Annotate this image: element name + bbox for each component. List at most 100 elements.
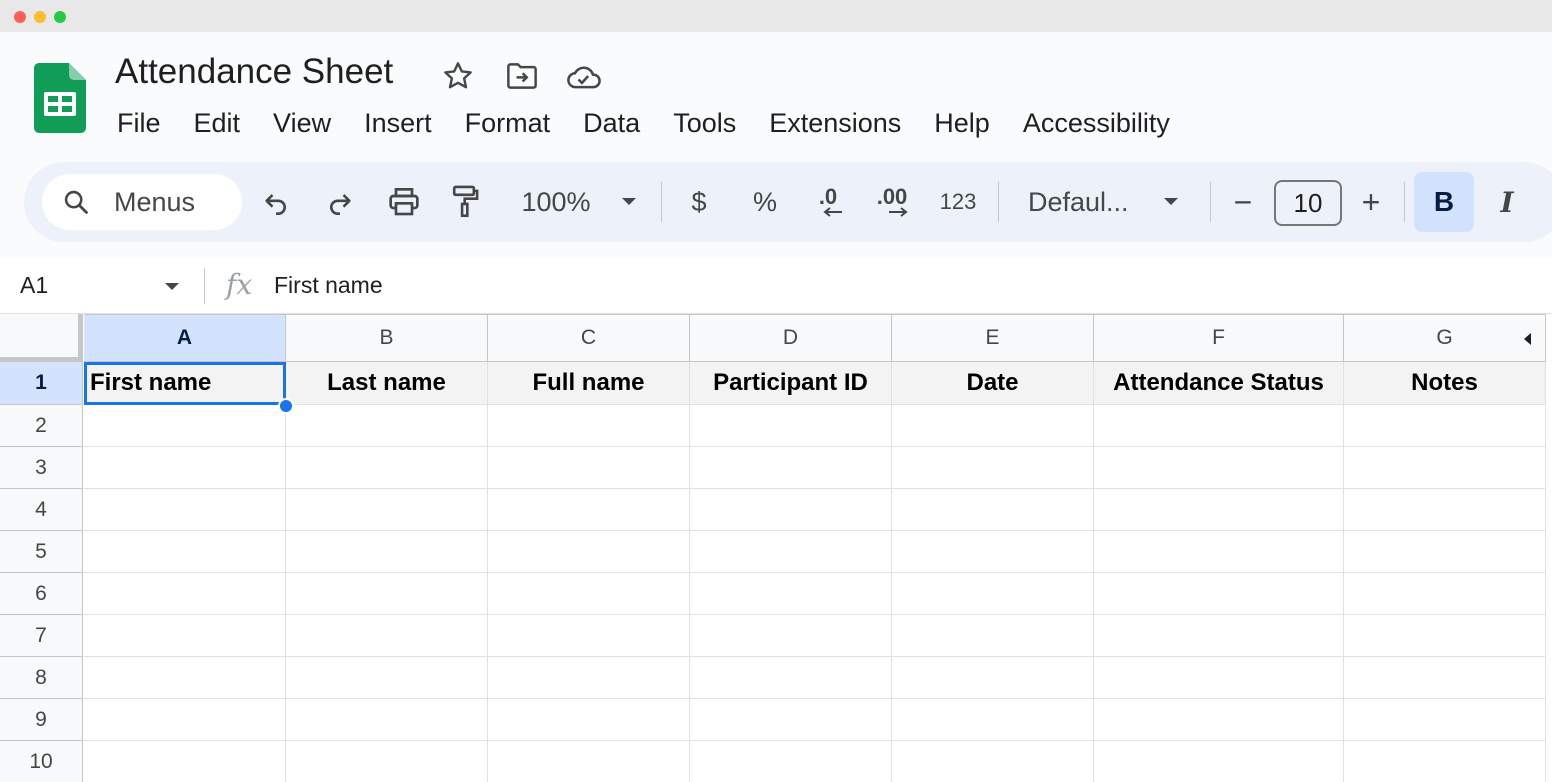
cell-b8[interactable] xyxy=(286,657,488,699)
cell-f10[interactable] xyxy=(1094,741,1344,782)
cell-c2[interactable] xyxy=(488,405,690,447)
cell-d3[interactable] xyxy=(690,447,892,489)
cell-g3[interactable] xyxy=(1344,447,1546,489)
column-header-d[interactable]: D xyxy=(690,314,892,362)
menu-help[interactable]: Help xyxy=(917,104,1006,144)
italic-button[interactable]: I xyxy=(1492,174,1522,230)
increase-decimal-button[interactable]: .00 xyxy=(870,174,914,230)
cell-a7[interactable] xyxy=(84,615,286,657)
cell-b4[interactable] xyxy=(286,489,488,531)
row-header-5[interactable]: 5 xyxy=(0,531,83,573)
cell-c9[interactable] xyxy=(488,699,690,741)
cell-e6[interactable] xyxy=(892,573,1094,615)
cell-g9[interactable] xyxy=(1344,699,1546,741)
paint-format-button[interactable] xyxy=(448,174,484,230)
cell-d10[interactable] xyxy=(690,741,892,782)
menu-view[interactable]: View xyxy=(256,104,347,144)
cell-e8[interactable] xyxy=(892,657,1094,699)
increase-font-size-button[interactable]: + xyxy=(1356,174,1386,230)
star-icon[interactable] xyxy=(440,58,476,94)
column-header-g[interactable]: G xyxy=(1344,314,1546,362)
move-to-folder-icon[interactable] xyxy=(504,58,540,94)
window-minimize-button[interactable] xyxy=(34,11,46,23)
row-header-9[interactable]: 9 xyxy=(0,699,83,741)
name-box[interactable]: A1 xyxy=(20,272,48,299)
cell-e5[interactable] xyxy=(892,531,1094,573)
undo-button[interactable] xyxy=(258,174,294,230)
column-header-a[interactable]: A xyxy=(84,314,286,362)
decrease-decimal-button[interactable]: .0 xyxy=(808,174,848,230)
cell-b3[interactable] xyxy=(286,447,488,489)
cell-d5[interactable] xyxy=(690,531,892,573)
cell-e4[interactable] xyxy=(892,489,1094,531)
decrease-font-size-button[interactable]: − xyxy=(1228,174,1258,230)
cell-d4[interactable] xyxy=(690,489,892,531)
row-header-8[interactable]: 8 xyxy=(0,657,83,699)
cell-c3[interactable] xyxy=(488,447,690,489)
bold-button[interactable]: B xyxy=(1414,172,1474,232)
cell-f9[interactable] xyxy=(1094,699,1344,741)
cell-a4[interactable] xyxy=(84,489,286,531)
cell-a3[interactable] xyxy=(84,447,286,489)
row-header-3[interactable]: 3 xyxy=(0,447,83,489)
cell-c4[interactable] xyxy=(488,489,690,531)
cell-b7[interactable] xyxy=(286,615,488,657)
cell-e7[interactable] xyxy=(892,615,1094,657)
cell-f7[interactable] xyxy=(1094,615,1344,657)
cell-b10[interactable] xyxy=(286,741,488,782)
menu-extensions[interactable]: Extensions xyxy=(752,104,917,144)
cell-c1[interactable]: Full name xyxy=(488,362,690,405)
column-header-c[interactable]: C xyxy=(488,314,690,362)
cell-g7[interactable] xyxy=(1344,615,1546,657)
cell-e1[interactable]: Date xyxy=(892,362,1094,405)
redo-button[interactable] xyxy=(322,174,358,230)
row-header-10[interactable]: 10 xyxy=(0,741,83,782)
more-formats-button[interactable]: 123 xyxy=(936,174,980,230)
select-all-corner[interactable] xyxy=(0,314,83,362)
sheets-logo-icon[interactable] xyxy=(34,63,86,133)
row-header-1[interactable]: 1 xyxy=(0,362,83,405)
cell-d9[interactable] xyxy=(690,699,892,741)
cell-e10[interactable] xyxy=(892,741,1094,782)
column-header-b[interactable]: B xyxy=(286,314,488,362)
column-header-f[interactable]: F xyxy=(1094,314,1344,362)
menu-format[interactable]: Format xyxy=(448,104,567,144)
cell-b1[interactable]: Last name xyxy=(286,362,488,405)
cell-a2[interactable] xyxy=(84,405,286,447)
formula-input[interactable]: First name xyxy=(274,272,383,299)
zoom-select[interactable]: 100% xyxy=(514,174,644,230)
font-family-select[interactable]: Defaul... xyxy=(1028,174,1188,230)
cell-g2[interactable] xyxy=(1344,405,1546,447)
cell-a8[interactable] xyxy=(84,657,286,699)
cell-c5[interactable] xyxy=(488,531,690,573)
menu-edit[interactable]: Edit xyxy=(177,104,257,144)
cell-g5[interactable] xyxy=(1344,531,1546,573)
row-header-6[interactable]: 6 xyxy=(0,573,83,615)
window-close-button[interactable] xyxy=(14,11,26,23)
cell-g4[interactable] xyxy=(1344,489,1546,531)
cell-d8[interactable] xyxy=(690,657,892,699)
cell-a6[interactable] xyxy=(84,573,286,615)
cell-g1[interactable]: Notes xyxy=(1344,362,1546,405)
column-header-e[interactable]: E xyxy=(892,314,1094,362)
window-zoom-button[interactable] xyxy=(54,11,66,23)
cell-e2[interactable] xyxy=(892,405,1094,447)
cell-b9[interactable] xyxy=(286,699,488,741)
cell-a9[interactable] xyxy=(84,699,286,741)
document-title[interactable]: Attendance Sheet xyxy=(115,52,393,92)
cell-e3[interactable] xyxy=(892,447,1094,489)
row-header-2[interactable]: 2 xyxy=(0,405,83,447)
menu-tools[interactable]: Tools xyxy=(656,104,752,144)
cell-d6[interactable] xyxy=(690,573,892,615)
row-header-7[interactable]: 7 xyxy=(0,615,83,657)
cell-f6[interactable] xyxy=(1094,573,1344,615)
menu-file[interactable]: File xyxy=(100,104,177,144)
format-currency-button[interactable]: $ xyxy=(684,174,714,230)
cell-b5[interactable] xyxy=(286,531,488,573)
menu-insert[interactable]: Insert xyxy=(347,104,448,144)
format-percent-button[interactable]: % xyxy=(748,174,782,230)
cell-c10[interactable] xyxy=(488,741,690,782)
cell-f2[interactable] xyxy=(1094,405,1344,447)
cell-f8[interactable] xyxy=(1094,657,1344,699)
cell-a5[interactable] xyxy=(84,531,286,573)
